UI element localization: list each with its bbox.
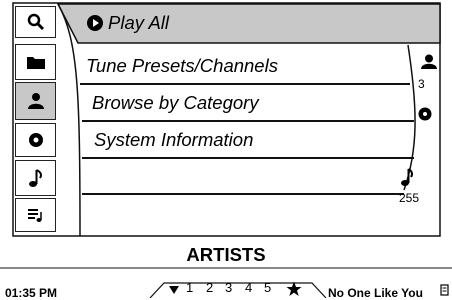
scroll-bottom-value: 255 xyxy=(399,191,420,205)
menu-item-label: Tune Presets/Channels xyxy=(86,55,278,76)
preset-down-arrow-icon[interactable] xyxy=(168,285,180,295)
row-divider xyxy=(82,157,414,159)
row-divider xyxy=(82,120,414,122)
preset-5[interactable]: 5 xyxy=(264,280,271,295)
disc-icon xyxy=(28,133,43,147)
tab-artists[interactable] xyxy=(15,82,56,120)
folder-icon xyxy=(26,57,45,69)
row-divider xyxy=(82,193,404,195)
menu-item-label: Browse by Category xyxy=(92,92,259,113)
playlist-icon xyxy=(27,209,42,222)
preset-3[interactable]: 3 xyxy=(225,280,232,295)
music-note-icon xyxy=(401,168,414,186)
tab-disc[interactable] xyxy=(15,123,56,157)
music-note-icon xyxy=(28,169,42,187)
menu-item-label: System Information xyxy=(94,129,254,150)
tab-songs[interactable] xyxy=(15,160,56,196)
device-icon xyxy=(440,284,449,296)
preset-4[interactable]: 4 xyxy=(245,280,252,295)
scroll-top-value: 3 xyxy=(418,77,425,91)
play-circle-icon xyxy=(87,15,103,31)
row-divider xyxy=(80,83,410,85)
preset-1[interactable]: 1 xyxy=(186,280,193,295)
search-icon xyxy=(27,13,44,31)
person-icon xyxy=(27,93,44,109)
tab-search[interactable] xyxy=(15,6,56,38)
favorite-star-icon[interactable] xyxy=(286,281,302,297)
tab-folder[interactable] xyxy=(15,44,56,80)
preset-2[interactable]: 2 xyxy=(206,280,213,295)
page-title: ARTISTS xyxy=(186,244,266,265)
tab-playlists[interactable] xyxy=(15,198,56,232)
person-icon xyxy=(421,54,437,69)
disc-icon[interactable] xyxy=(417,106,433,122)
menu-item-label: Play All xyxy=(108,12,170,33)
